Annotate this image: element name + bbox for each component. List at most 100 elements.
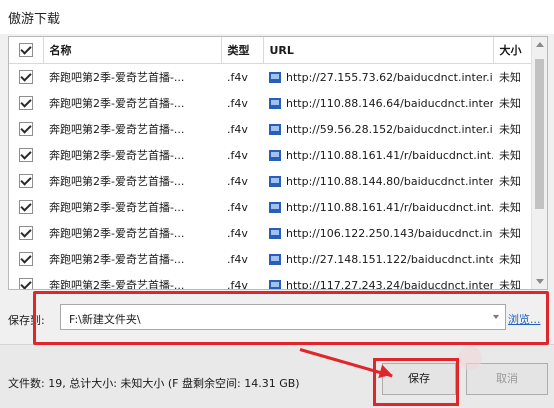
row-url: http://110.88.161.41/r/baiducdnct.int... — [286, 200, 493, 214]
row-name: 奔跑吧第2季-爱奇艺首播-... — [49, 227, 185, 240]
row-checkbox[interactable] — [9, 168, 43, 194]
row-size: 未知 — [499, 253, 521, 266]
row-size: 未知 — [499, 175, 521, 188]
file-type-icon — [269, 280, 281, 289]
row-url-cell: http://110.88.161.41/r/baiducdnct.int... — [263, 194, 493, 220]
row-checkbox[interactable] — [9, 194, 43, 220]
row-type: .f4v — [227, 96, 248, 110]
table-row[interactable]: 奔跑吧第2季-爱奇艺首播-... .f4v http://110.88.144.… — [9, 168, 531, 194]
row-type: .f4v — [227, 278, 248, 290]
download-list: 名称 类型 URL 大小 奔跑吧第2季-爱奇艺首播-... .f4v http:… — [8, 36, 548, 290]
row-name: 奔跑吧第2季-爱奇艺首播-... — [49, 123, 185, 136]
row-size: 未知 — [499, 71, 521, 84]
row-type: .f4v — [227, 148, 248, 162]
checkmark-icon — [19, 148, 33, 162]
table-row[interactable]: 奔跑吧第2季-爱奇艺首播-... .f4v http://110.88.146.… — [9, 90, 531, 116]
checkmark-icon — [19, 252, 33, 266]
scroll-down-icon[interactable] — [536, 279, 544, 284]
annotation-highlight-save-button — [373, 358, 459, 406]
table-row[interactable]: 奔跑吧第2季-爱奇艺首播-... .f4v http://59.56.28.15… — [9, 116, 531, 142]
row-checkbox[interactable] — [9, 142, 43, 168]
row-url: http://106.122.250.143/baiducdnct.int... — [286, 226, 493, 240]
row-type: .f4v — [227, 252, 248, 266]
row-checkbox[interactable] — [9, 272, 43, 289]
checkmark-icon — [18, 43, 33, 57]
column-header-type[interactable]: 类型 — [221, 37, 264, 64]
row-type: .f4v — [227, 226, 248, 240]
row-url-cell: http://110.88.146.64/baiducdnct.inter... — [263, 90, 493, 116]
row-name: 奔跑吧第2季-爱奇艺首播-... — [49, 279, 185, 290]
row-url-cell: http://27.155.73.62/baiducdnct.inter.i..… — [263, 64, 493, 91]
row-url: http://27.155.73.62/baiducdnct.inter.i..… — [286, 70, 493, 84]
dialog-titlebar: 傲游下载 — [0, 0, 554, 34]
row-checkbox[interactable] — [9, 90, 43, 116]
dialog-title: 傲游下载 — [8, 12, 61, 27]
checkmark-icon — [19, 122, 33, 136]
row-checkbox[interactable] — [9, 246, 43, 272]
checkmark-icon — [19, 96, 33, 110]
row-type: .f4v — [227, 122, 248, 136]
table-row[interactable]: 奔跑吧第2季-爱奇艺首播-... .f4v http://110.88.161.… — [9, 194, 531, 220]
row-checkbox[interactable] — [9, 220, 43, 246]
table-row[interactable]: 奔跑吧第2季-爱奇艺首播-... .f4v http://110.88.161.… — [9, 142, 531, 168]
row-name: 奔跑吧第2季-爱奇艺首播-... — [49, 201, 185, 214]
row-type: .f4v — [227, 200, 248, 214]
file-type-icon — [269, 124, 281, 135]
checkmark-icon — [19, 70, 33, 84]
column-header-size[interactable]: 大小 — [493, 37, 532, 64]
file-stats: 文件数: 19, 总计大小: 未知大小 (F 盘剩余空间: 14.31 GB) — [8, 377, 300, 390]
download-table: 名称 类型 URL 大小 奔跑吧第2季-爱奇艺首播-... .f4v http:… — [9, 37, 532, 290]
row-url: http://110.88.146.64/baiducdnct.inter... — [286, 96, 493, 110]
row-url-cell: http://59.56.28.152/baiducdnct.inter.i..… — [263, 116, 493, 142]
row-checkbox[interactable] — [9, 64, 43, 91]
table-row[interactable]: 奔跑吧第2季-爱奇艺首播-... .f4v http://117.27.243.… — [9, 272, 531, 290]
file-type-icon — [269, 98, 281, 109]
row-name: 奔跑吧第2季-爱奇艺首播-... — [49, 175, 185, 188]
file-type-icon — [269, 202, 281, 213]
row-name: 奔跑吧第2季-爱奇艺首播-... — [49, 97, 185, 110]
row-url-cell: http://106.122.250.143/baiducdnct.int... — [263, 220, 493, 246]
table-row[interactable]: 奔跑吧第2季-爱奇艺首播-... .f4v http://27.148.151.… — [9, 246, 531, 272]
row-size: 未知 — [499, 123, 521, 136]
select-all-checkbox[interactable] — [9, 37, 44, 64]
table-row[interactable]: 奔跑吧第2季-爱奇艺首播-... .f4v http://106.122.250… — [9, 220, 531, 246]
checkmark-icon — [19, 200, 33, 214]
checkmark-icon — [19, 278, 33, 289]
row-url: http://110.88.144.80/baiducdnct.inter... — [286, 174, 493, 188]
row-url: http://117.27.243.24/baiducdnct.inter... — [286, 278, 493, 290]
row-checkbox[interactable] — [9, 116, 43, 142]
table-row[interactable]: 奔跑吧第2季-爱奇艺首播-... .f4v http://27.155.73.6… — [9, 64, 531, 91]
row-type: .f4v — [227, 174, 248, 188]
scroll-up-icon[interactable] — [536, 42, 544, 47]
row-size: 未知 — [499, 97, 521, 110]
file-type-icon — [269, 228, 281, 239]
row-type: .f4v — [227, 70, 248, 84]
row-size: 未知 — [499, 279, 521, 290]
row-url-cell: http://117.27.243.24/baiducdnct.inter... — [263, 272, 493, 290]
checkmark-icon — [19, 226, 33, 240]
row-size: 未知 — [499, 201, 521, 214]
row-url: http://27.148.151.122/baiducdnct.inte... — [286, 252, 493, 266]
row-url-cell: http://27.148.151.122/baiducdnct.inte... — [263, 246, 493, 272]
annotation-highlight-save-path — [33, 291, 549, 345]
column-header-url[interactable]: URL — [263, 37, 494, 64]
checkmark-icon — [19, 174, 33, 188]
file-type-icon — [269, 72, 281, 83]
column-header-name[interactable]: 名称 — [43, 37, 222, 64]
row-url: http://110.88.161.41/r/baiducdnct.int... — [286, 148, 493, 162]
row-url-cell: http://110.88.161.41/r/baiducdnct.int... — [263, 142, 493, 168]
file-type-icon — [269, 254, 281, 265]
row-size: 未知 — [499, 149, 521, 162]
row-url: http://59.56.28.152/baiducdnct.inter.i..… — [286, 122, 493, 136]
file-type-icon — [269, 176, 281, 187]
table-header-row: 名称 类型 URL 大小 — [9, 37, 532, 64]
row-name: 奔跑吧第2季-爱奇艺首播-... — [49, 71, 185, 84]
row-url-cell: http://110.88.144.80/baiducdnct.inter... — [263, 168, 493, 194]
file-type-icon — [269, 150, 281, 161]
row-name: 奔跑吧第2季-爱奇艺首播-... — [49, 253, 185, 266]
row-name: 奔跑吧第2季-爱奇艺首播-... — [49, 149, 185, 162]
scrollbar-thumb[interactable] — [535, 59, 544, 209]
watermark-logo — [458, 346, 482, 370]
vertical-scrollbar[interactable] — [531, 37, 547, 289]
cancel-button[interactable]: 取消 — [466, 363, 548, 395]
